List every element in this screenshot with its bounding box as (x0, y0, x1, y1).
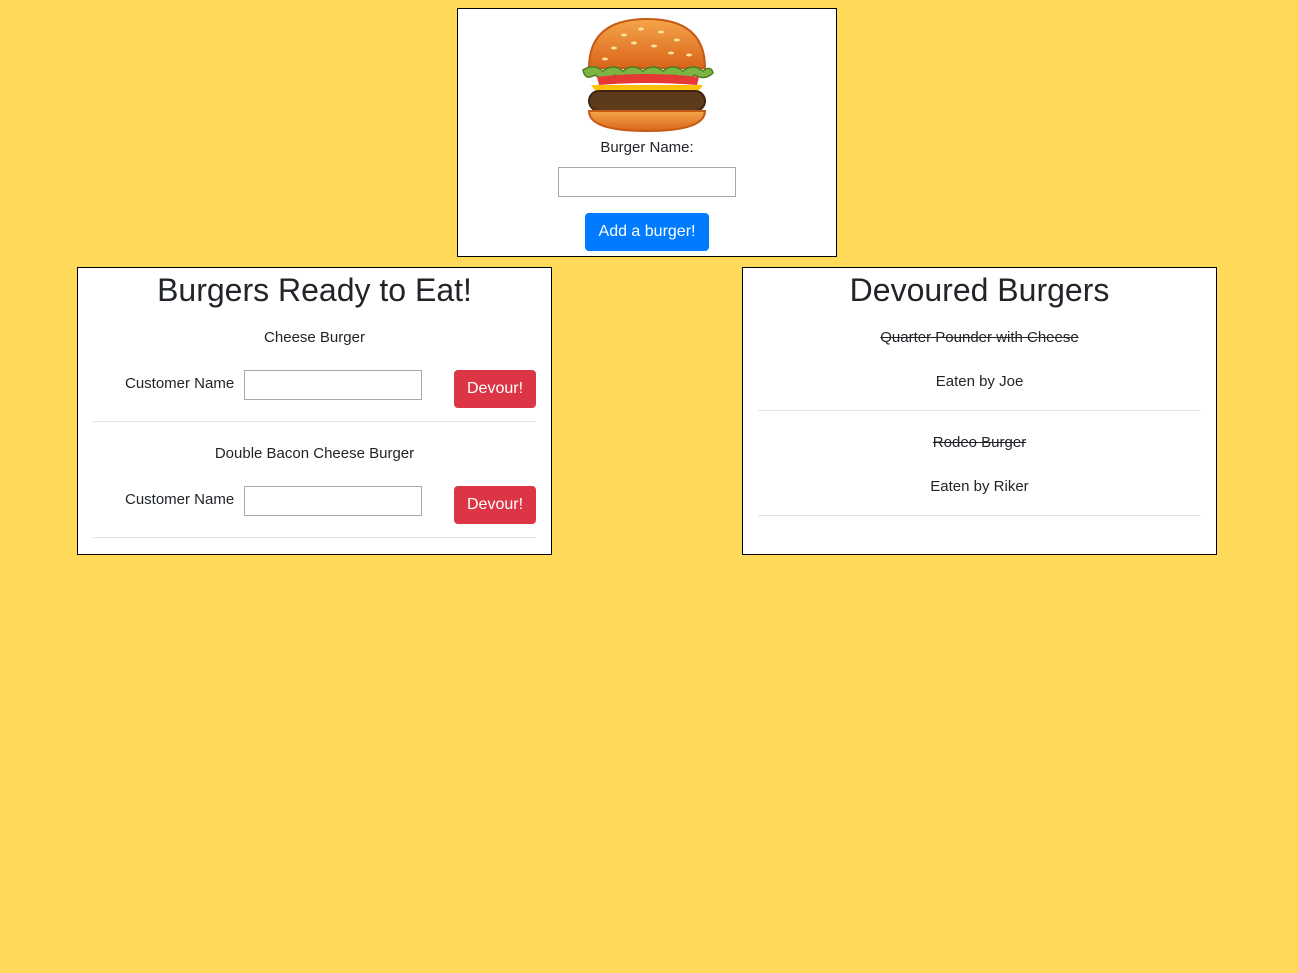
devoured-panel-title: Devoured Burgers (849, 272, 1110, 308)
burger-name-input[interactable] (558, 167, 736, 197)
devour-button[interactable]: Devour! (454, 370, 536, 408)
ready-to-eat-panel: Burgers Ready to Eat! Cheese Burger Cust… (77, 267, 552, 555)
burger-name-label: Burger Name: (600, 139, 694, 156)
eaten-by-text: Eaten by Joe (935, 373, 1024, 390)
burger-name: Rodeo Burger (932, 434, 1027, 451)
burger-name: Quarter Pounder with Cheese (880, 329, 1079, 346)
customer-name-label: Customer Name (125, 491, 235, 508)
ready-burger-item: Double Bacon Cheese Burger Customer Name… (93, 422, 536, 538)
devour-button[interactable]: Devour! (454, 486, 536, 524)
hamburger-icon (582, 17, 714, 133)
ready-burger-item: Cheese Burger Customer Name Devour! (93, 306, 536, 422)
burger-name: Cheese Burger (264, 329, 365, 346)
devoured-panel: Devoured Burgers Quarter Pounder with Ch… (742, 267, 1217, 555)
ready-panel-title: Burgers Ready to Eat! (157, 272, 472, 308)
customer-name-input[interactable] (244, 370, 422, 400)
customer-name-input[interactable] (244, 486, 422, 516)
devoured-burger-item: Rodeo Burger Eaten by Riker (758, 411, 1201, 516)
eaten-by-text: Eaten by Riker (930, 478, 1029, 495)
devoured-burger-item: Quarter Pounder with Cheese Eaten by Joe (758, 306, 1201, 411)
add-burger-card: Burger Name: Add a burger! (457, 8, 837, 257)
burger-name: Double Bacon Cheese Burger (214, 445, 415, 462)
add-burger-button[interactable]: Add a burger! (585, 213, 709, 251)
customer-name-label: Customer Name (125, 375, 235, 392)
